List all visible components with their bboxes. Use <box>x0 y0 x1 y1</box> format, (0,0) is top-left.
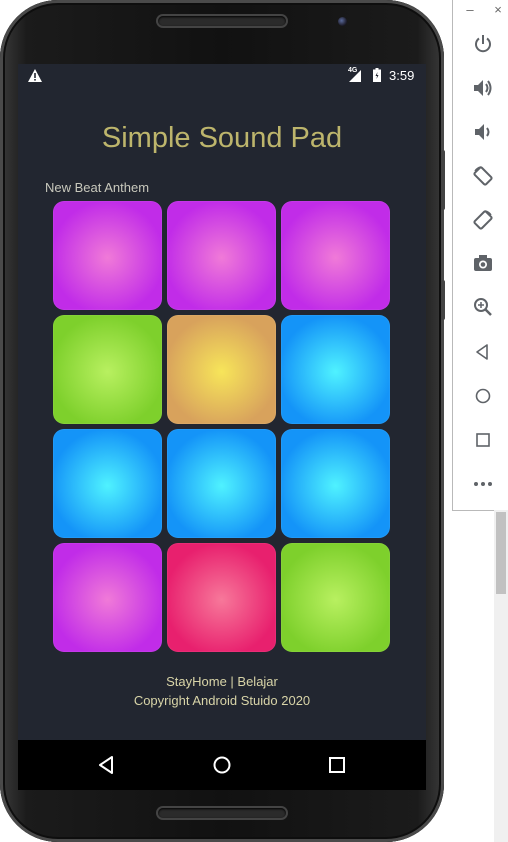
sound-pad-6[interactable] <box>281 315 390 424</box>
beat-name-label: New Beat Anthem <box>45 180 150 195</box>
bottom-speaker <box>158 808 286 818</box>
sound-pad-9[interactable] <box>281 429 390 538</box>
battery-icon <box>373 68 381 82</box>
more-icon[interactable] <box>472 473 494 495</box>
scrollbar-thumb[interactable] <box>496 512 506 594</box>
top-speaker <box>158 16 286 26</box>
rotate-right-icon[interactable] <box>472 209 494 231</box>
power-icon[interactable] <box>472 33 494 55</box>
back-icon[interactable] <box>96 754 118 776</box>
sound-pad-2[interactable] <box>167 201 276 310</box>
zoom-icon[interactable] <box>472 296 494 318</box>
volume-up-icon[interactable] <box>472 77 494 99</box>
sound-pad-1[interactable] <box>53 201 162 310</box>
rotate-left-icon[interactable] <box>472 165 494 187</box>
recents-icon[interactable] <box>326 754 348 776</box>
emulator-toolbar: – × <box>452 0 508 511</box>
signal-icon <box>349 70 361 82</box>
minimize-button[interactable]: – <box>463 3 477 17</box>
sound-pad-grid <box>53 201 391 653</box>
power-side-button <box>441 150 445 210</box>
sound-pad-10[interactable] <box>53 543 162 652</box>
overview-icon[interactable] <box>472 429 494 451</box>
home-icon[interactable] <box>211 754 233 776</box>
warning-icon <box>28 69 42 82</box>
camera-icon[interactable] <box>472 252 494 274</box>
nav-bar <box>18 740 426 790</box>
back-icon[interactable] <box>472 341 494 363</box>
footer-tagline: StayHome | Belajar <box>166 674 278 689</box>
sound-pad-8[interactable] <box>167 429 276 538</box>
volume-side-button <box>441 280 445 320</box>
status-clock: 3:59 <box>389 68 415 83</box>
sound-pad-11[interactable] <box>167 543 276 652</box>
status-bar: 4G 3:59 <box>18 64 426 86</box>
sound-pad-4[interactable] <box>53 315 162 424</box>
front-camera <box>338 17 347 26</box>
sound-pad-5[interactable] <box>167 315 276 424</box>
sound-pad-7[interactable] <box>53 429 162 538</box>
sound-pad-12[interactable] <box>281 543 390 652</box>
sound-pad-3[interactable] <box>281 201 390 310</box>
app-title: Simple Sound Pad <box>101 122 343 154</box>
volume-down-icon[interactable] <box>472 121 494 143</box>
footer-copyright: Copyright Android Stuido 2020 <box>133 693 311 708</box>
home-icon[interactable] <box>472 385 494 407</box>
device-screen: 4G 3:59 Simple Sound Pad New Beat Anthem… <box>18 64 426 740</box>
close-button[interactable]: × <box>491 3 505 17</box>
